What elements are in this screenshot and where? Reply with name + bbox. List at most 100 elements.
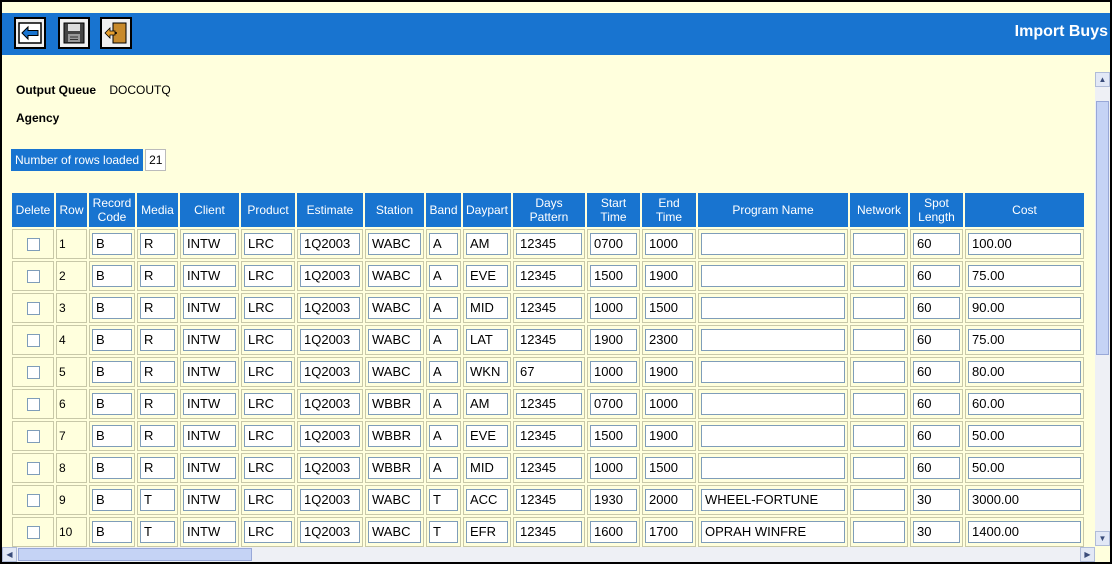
record-code-field[interactable]: B bbox=[92, 521, 132, 543]
start-time-field[interactable]: 1000 bbox=[590, 297, 637, 319]
end-time-field[interactable]: 1700 bbox=[645, 521, 693, 543]
band-field[interactable]: A bbox=[429, 393, 458, 415]
end-time-field[interactable]: 2000 bbox=[645, 489, 693, 511]
cost-field[interactable]: 90.00 bbox=[968, 297, 1081, 319]
start-time-field[interactable]: 1000 bbox=[590, 457, 637, 479]
scroll-up-icon[interactable]: ▲ bbox=[1095, 72, 1110, 87]
band-field[interactable]: A bbox=[429, 425, 458, 447]
media-field[interactable]: R bbox=[140, 265, 175, 287]
scroll-left-icon[interactable]: ◀ bbox=[2, 547, 17, 562]
program-name-field[interactable] bbox=[701, 457, 845, 479]
horizontal-scrollbar[interactable]: ◀ ▶ bbox=[2, 547, 1095, 562]
client-field[interactable]: INTW bbox=[183, 297, 236, 319]
days-pattern-field[interactable]: 12345 bbox=[516, 521, 582, 543]
start-time-field[interactable]: 0700 bbox=[590, 233, 637, 255]
delete-checkbox[interactable] bbox=[26, 366, 40, 380]
delete-checkbox[interactable] bbox=[26, 302, 40, 316]
daypart-field[interactable]: AM bbox=[466, 393, 508, 415]
media-field[interactable]: R bbox=[140, 297, 175, 319]
band-field[interactable]: A bbox=[429, 457, 458, 479]
exit-button[interactable] bbox=[100, 17, 132, 49]
cost-field[interactable]: 75.00 bbox=[968, 329, 1081, 351]
cost-field[interactable]: 75.00 bbox=[968, 265, 1081, 287]
product-field[interactable]: LRC bbox=[244, 329, 292, 351]
days-pattern-field[interactable]: 12345 bbox=[516, 297, 582, 319]
station-field[interactable]: WABC bbox=[368, 297, 421, 319]
program-name-field[interactable] bbox=[701, 393, 845, 415]
client-field[interactable]: INTW bbox=[183, 265, 236, 287]
vertical-scroll-thumb[interactable] bbox=[1096, 101, 1109, 355]
station-field[interactable]: WBBR bbox=[368, 425, 421, 447]
network-field[interactable] bbox=[853, 457, 905, 479]
spot-length-field[interactable]: 30 bbox=[913, 489, 960, 511]
spot-length-field[interactable]: 30 bbox=[913, 521, 960, 543]
days-pattern-field[interactable]: 12345 bbox=[516, 489, 582, 511]
scroll-down-icon[interactable]: ▼ bbox=[1095, 531, 1110, 546]
end-time-field[interactable]: 2300 bbox=[645, 329, 693, 351]
record-code-field[interactable]: B bbox=[92, 457, 132, 479]
start-time-field[interactable]: 1930 bbox=[590, 489, 637, 511]
station-field[interactable]: WBBR bbox=[368, 393, 421, 415]
record-code-field[interactable]: B bbox=[92, 425, 132, 447]
client-field[interactable]: INTW bbox=[183, 521, 236, 543]
days-pattern-field[interactable]: 12345 bbox=[516, 425, 582, 447]
spot-length-field[interactable]: 60 bbox=[913, 457, 960, 479]
spot-length-field[interactable]: 60 bbox=[913, 361, 960, 383]
start-time-field[interactable]: 1500 bbox=[590, 425, 637, 447]
start-time-field[interactable]: 1900 bbox=[590, 329, 637, 351]
estimate-field[interactable]: 1Q2003 bbox=[300, 297, 360, 319]
days-pattern-field[interactable]: 12345 bbox=[516, 457, 582, 479]
days-pattern-field[interactable]: 67 bbox=[516, 361, 582, 383]
daypart-field[interactable]: AM bbox=[466, 233, 508, 255]
band-field[interactable]: T bbox=[429, 489, 458, 511]
start-time-field[interactable]: 0700 bbox=[590, 393, 637, 415]
media-field[interactable]: T bbox=[140, 489, 175, 511]
days-pattern-field[interactable]: 12345 bbox=[516, 329, 582, 351]
end-time-field[interactable]: 1000 bbox=[645, 393, 693, 415]
media-field[interactable]: T bbox=[140, 521, 175, 543]
program-name-field[interactable] bbox=[701, 233, 845, 255]
daypart-field[interactable]: MID bbox=[466, 297, 508, 319]
media-field[interactable]: R bbox=[140, 329, 175, 351]
end-time-field[interactable]: 1500 bbox=[645, 297, 693, 319]
record-code-field[interactable]: B bbox=[92, 297, 132, 319]
spot-length-field[interactable]: 60 bbox=[913, 297, 960, 319]
record-code-field[interactable]: B bbox=[92, 361, 132, 383]
station-field[interactable]: WABC bbox=[368, 489, 421, 511]
daypart-field[interactable]: MID bbox=[466, 457, 508, 479]
spot-length-field[interactable]: 60 bbox=[913, 425, 960, 447]
band-field[interactable]: A bbox=[429, 329, 458, 351]
product-field[interactable]: LRC bbox=[244, 489, 292, 511]
record-code-field[interactable]: B bbox=[92, 393, 132, 415]
spot-length-field[interactable]: 60 bbox=[913, 265, 960, 287]
record-code-field[interactable]: B bbox=[92, 489, 132, 511]
delete-checkbox[interactable] bbox=[26, 494, 40, 508]
vertical-scrollbar[interactable]: ▲ ▼ bbox=[1095, 72, 1110, 546]
media-field[interactable]: R bbox=[140, 233, 175, 255]
product-field[interactable]: LRC bbox=[244, 233, 292, 255]
band-field[interactable]: A bbox=[429, 361, 458, 383]
end-time-field[interactable]: 1000 bbox=[645, 233, 693, 255]
daypart-field[interactable]: EFR bbox=[466, 521, 508, 543]
program-name-field[interactable] bbox=[701, 329, 845, 351]
product-field[interactable]: LRC bbox=[244, 521, 292, 543]
start-time-field[interactable]: 1500 bbox=[590, 265, 637, 287]
record-code-field[interactable]: B bbox=[92, 265, 132, 287]
client-field[interactable]: INTW bbox=[183, 361, 236, 383]
days-pattern-field[interactable]: 12345 bbox=[516, 265, 582, 287]
network-field[interactable] bbox=[853, 489, 905, 511]
client-field[interactable]: INTW bbox=[183, 329, 236, 351]
station-field[interactable]: WABC bbox=[368, 361, 421, 383]
cost-field[interactable]: 100.00 bbox=[968, 233, 1081, 255]
delete-checkbox[interactable] bbox=[26, 270, 40, 284]
program-name-field[interactable] bbox=[701, 265, 845, 287]
band-field[interactable]: A bbox=[429, 265, 458, 287]
daypart-field[interactable]: EVE bbox=[466, 425, 508, 447]
delete-checkbox[interactable] bbox=[26, 398, 40, 412]
band-field[interactable]: A bbox=[429, 297, 458, 319]
band-field[interactable]: A bbox=[429, 233, 458, 255]
network-field[interactable] bbox=[853, 361, 905, 383]
media-field[interactable]: R bbox=[140, 457, 175, 479]
program-name-field[interactable] bbox=[701, 425, 845, 447]
days-pattern-field[interactable]: 12345 bbox=[516, 233, 582, 255]
